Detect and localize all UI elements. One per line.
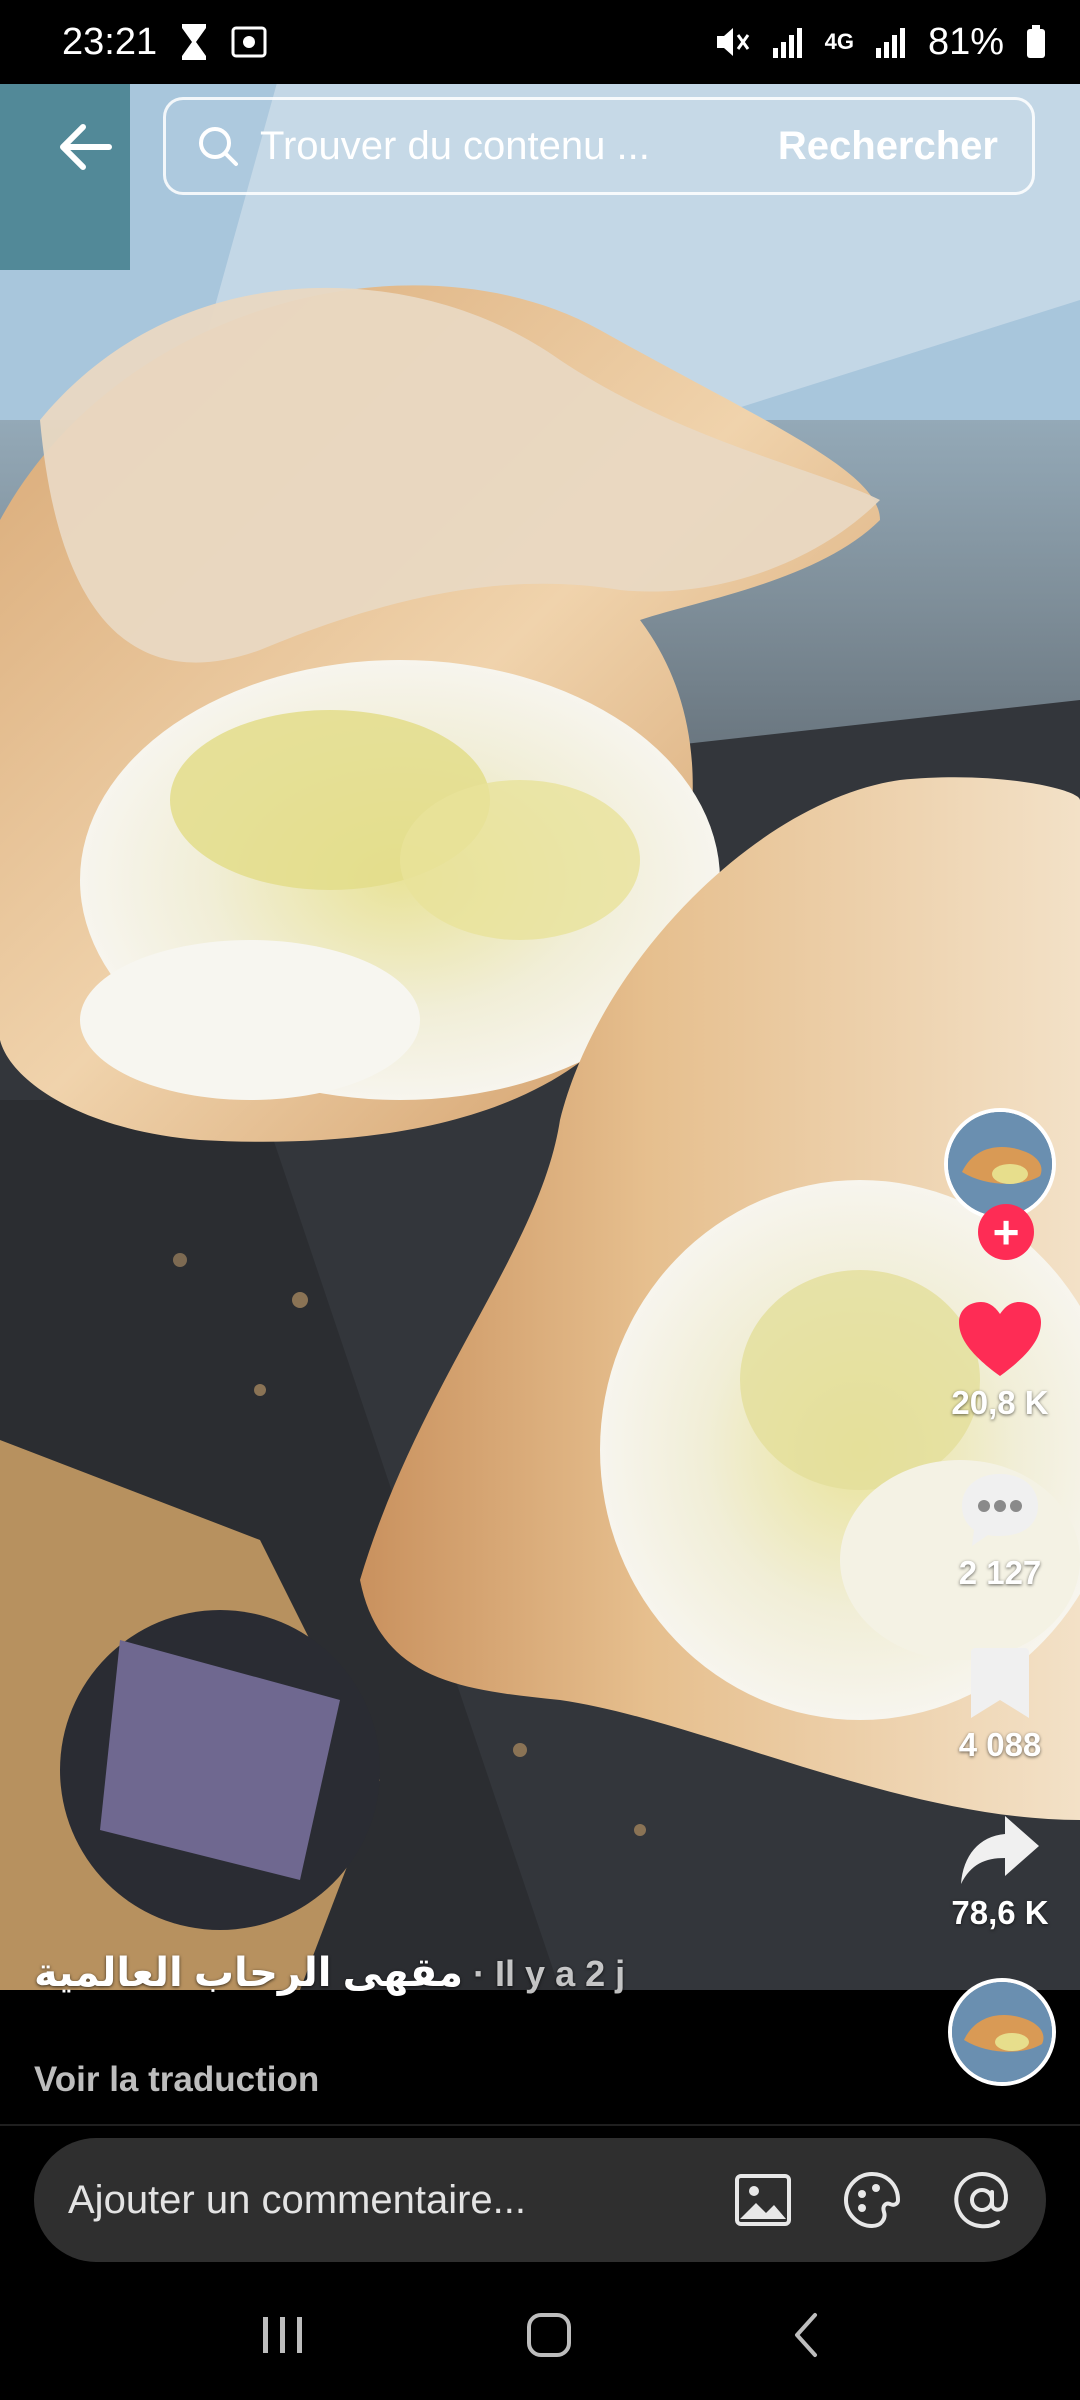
comment-count: 2 127 [958,1554,1042,1591]
caption-area [0,1990,1080,2122]
signal-icon-2 [875,28,905,58]
signal-icon [772,28,802,58]
share-icon [961,1816,1039,1884]
video-frame [0,0,1080,1990]
share-count: 78,6 K [951,1894,1049,1931]
back-button[interactable] [50,112,120,182]
like-count: 20,8 K [951,1384,1049,1421]
sound-disc[interactable] [948,1978,1056,2086]
see-translation-link[interactable]: Voir la traduction [34,2060,319,2100]
battery-percent: 81% [927,20,1004,63]
comment-icon [962,1474,1038,1546]
author-line: مقهى الرحاب العالمية · Il y a 2 j [34,1950,625,1996]
home-icon[interactable] [525,2311,573,2359]
search-bar[interactable]: Trouver du contenu ... Rechercher [163,97,1035,195]
comment-input[interactable]: Ajouter un commentaire... [68,2178,734,2223]
network-type: 4G [824,29,854,54]
hourglass-icon [182,24,207,60]
recents-icon[interactable] [259,2313,307,2357]
comment-button[interactable]: 2 127 [940,1470,1060,1592]
author-name[interactable]: مقهى الرحاب العالمية [34,1950,463,1996]
emoji-icon[interactable] [842,2170,902,2230]
search-icon [199,127,238,166]
search-button[interactable]: Rechercher [778,124,998,169]
save-button[interactable]: 4 088 [940,1646,1060,1764]
post-time: · Il y a 2 j [473,1953,626,1994]
avatar-image [948,1112,1052,1216]
back-arrow-icon [60,124,112,170]
battery-icon [1027,25,1045,58]
screen-record-icon [231,26,267,58]
nav-back-icon[interactable] [791,2311,821,2359]
mention-icon[interactable] [952,2170,1012,2230]
bookmark-icon [971,1648,1029,1718]
search-input[interactable]: Trouver du contenu ... [260,124,778,169]
system-nav-bar [0,2270,1080,2400]
status-time: 23:21 [62,20,158,63]
sound-disc-image [952,1982,1052,2082]
heart-icon [959,1302,1041,1376]
save-count: 4 088 [958,1726,1042,1763]
status-bar: 23:21 4G 81% [0,0,1080,84]
video-player[interactable] [0,0,1080,1990]
like-button[interactable]: 20,8 K [940,1300,1060,1422]
image-icon[interactable] [734,2173,792,2227]
share-button[interactable]: 78,6 K [940,1814,1060,1932]
follow-button[interactable]: + [978,1204,1034,1260]
divider [0,2124,1080,2126]
creator-avatar[interactable] [944,1108,1056,1220]
comment-bar[interactable]: Ajouter un commentaire... [34,2138,1046,2262]
mute-icon [716,28,749,56]
